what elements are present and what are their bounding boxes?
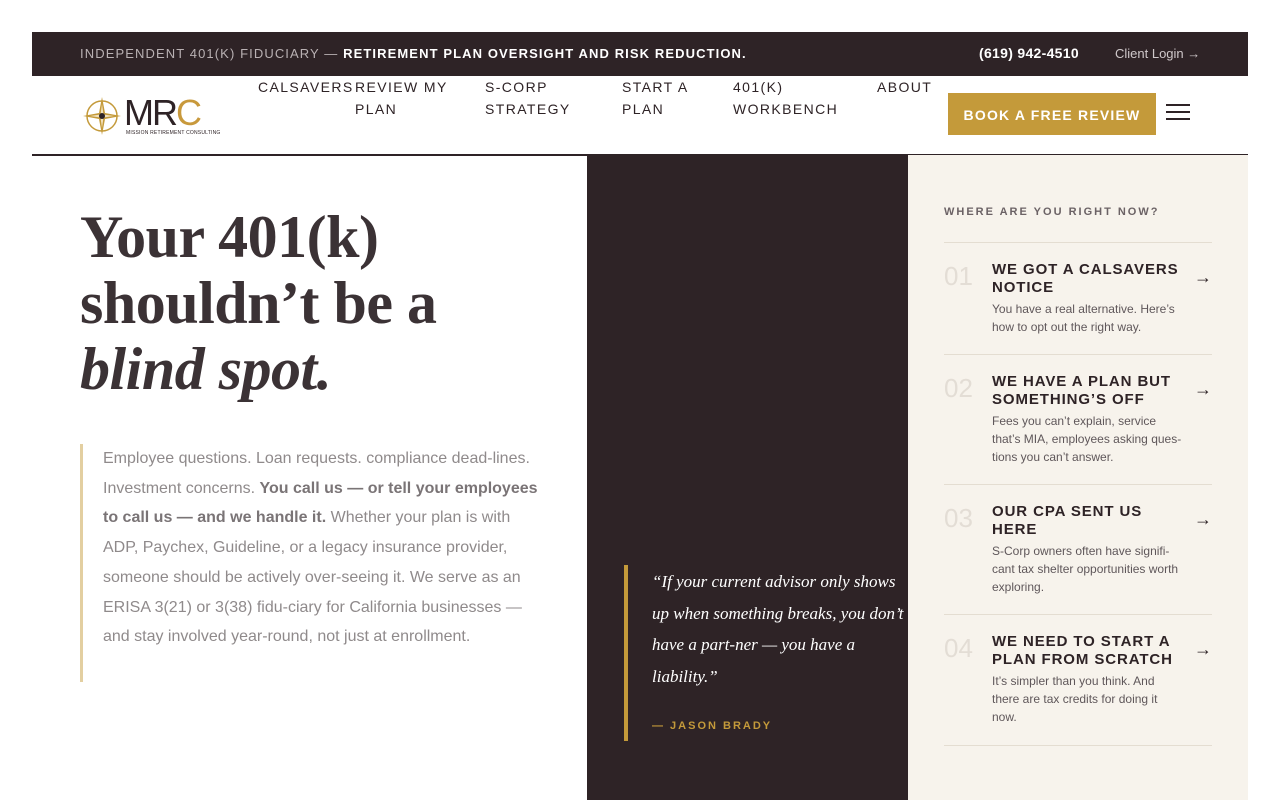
- arrow-right-icon: →: [1194, 639, 1212, 659]
- testimonial-quote: “If your current advisor only shows up w…: [624, 565, 904, 741]
- page-frame: INDEPENDENT 401(K) FIDUCIARY — RETIREMEN…: [32, 32, 1248, 800]
- option-number: 04: [944, 633, 973, 663]
- hero-line-3: blind spot.: [80, 336, 332, 402]
- situation-option-cpa[interactable]: 03 OUR CPA SENT US HERE S-Corp owners of…: [944, 484, 1212, 615]
- arrow-right-icon: →: [1194, 267, 1212, 287]
- intro-paragraph: Employee questions. Loan requests. compl…: [80, 444, 543, 682]
- site-header: MRC MISSION RETIREMENT CONSULTING CALSAV…: [32, 76, 1248, 156]
- intro-text-2: Whether your plan is with ADP, Paychex, …: [103, 509, 522, 646]
- nav-item-start-a-plan[interactable]: START A PLAN: [622, 76, 702, 120]
- brand-logo[interactable]: MRC MISSION RETIREMENT CONSULTING: [82, 92, 220, 138]
- option-title: WE GOT A CALSAVERS NOTICE: [992, 261, 1179, 296]
- tagline-strong: RETIREMENT PLAN OVERSIGHT AND RISK REDUC…: [343, 46, 747, 61]
- nav-item-401k-workbench[interactable]: 401(K) WORKBENCH: [733, 76, 843, 120]
- option-description: Fees you can’t explain, service that’s M…: [992, 414, 1182, 464]
- option-description: You have a real alternative. Here’s how …: [992, 302, 1175, 334]
- situation-option-something-off[interactable]: 02 WE HAVE A PLAN BUT SOMETHING’S OFF Fe…: [944, 354, 1212, 485]
- situation-option-calsavers[interactable]: 01 WE GOT A CALSAVERS NOTICE You have a …: [944, 242, 1212, 355]
- situation-panel: WHERE ARE YOU RIGHT NOW? 01 WE GOT A CAL…: [908, 155, 1248, 800]
- hero-headline: Your 401(k) shouldn’t be a blind spot.: [80, 204, 437, 402]
- hamburger-line: [1166, 104, 1190, 106]
- top-bar-tagline: INDEPENDENT 401(K) FIDUCIARY — RETIREMEN…: [80, 46, 747, 61]
- option-number: 03: [944, 503, 973, 533]
- nav-item-calsavers[interactable]: CALSAVERS: [258, 76, 352, 98]
- logo-wordmark: MRC: [124, 92, 202, 133]
- logo-wordmark-accent: C: [176, 92, 202, 133]
- hero-line-1: Your 401(k): [80, 204, 379, 270]
- logo-subtitle: MISSION RETIREMENT CONSULTING: [126, 130, 221, 136]
- option-title: OUR CPA SENT US HERE: [992, 503, 1143, 538]
- book-free-review-button[interactable]: BOOK A FREE REVIEW: [948, 93, 1156, 135]
- option-title: WE NEED TO START A PLAN FROM SCRATCH: [992, 633, 1173, 668]
- hero-line-2: shouldn’t be a: [80, 270, 437, 336]
- hamburger-menu-icon[interactable]: [1166, 104, 1190, 124]
- quote-author: — JASON BRADY: [652, 720, 773, 732]
- option-number: 02: [944, 373, 973, 403]
- option-title: WE HAVE A PLAN BUT SOMETHING’S OFF: [992, 373, 1171, 408]
- arrow-right-icon: →: [1194, 509, 1212, 529]
- nav-item-review-my-plan[interactable]: REVIEW MY PLAN: [355, 76, 455, 120]
- top-bar: INDEPENDENT 401(K) FIDUCIARY — RETIREMEN…: [32, 32, 1248, 76]
- situation-option-start-plan[interactable]: 04 WE NEED TO START A PLAN FROM SCRATCH …: [944, 614, 1212, 746]
- logo-wordmark-main: MR: [124, 92, 178, 133]
- nav-item-s-corp-strategy[interactable]: S-CORP STRATEGY: [485, 76, 585, 120]
- hamburger-line: [1166, 118, 1190, 120]
- arrow-right-icon: →: [1194, 379, 1212, 399]
- option-description: It’s simpler than you think. And there a…: [992, 674, 1158, 724]
- quote-panel: “If your current advisor only shows up w…: [587, 155, 908, 800]
- compass-logo-icon: [83, 97, 121, 135]
- hamburger-line: [1166, 111, 1190, 113]
- phone-link[interactable]: (619) 942-4510: [979, 45, 1079, 61]
- option-number: 01: [944, 261, 973, 291]
- situation-heading: WHERE ARE YOU RIGHT NOW?: [944, 206, 1160, 218]
- quote-text: “If your current advisor only shows up w…: [652, 572, 904, 686]
- tagline-muted: INDEPENDENT 401(K) FIDUCIARY —: [80, 46, 339, 61]
- option-description: S-Corp owners often have signifi-cant ta…: [992, 544, 1179, 594]
- client-login-link[interactable]: Client Login →: [1115, 46, 1200, 61]
- nav-item-about[interactable]: ABOUT: [877, 76, 931, 98]
